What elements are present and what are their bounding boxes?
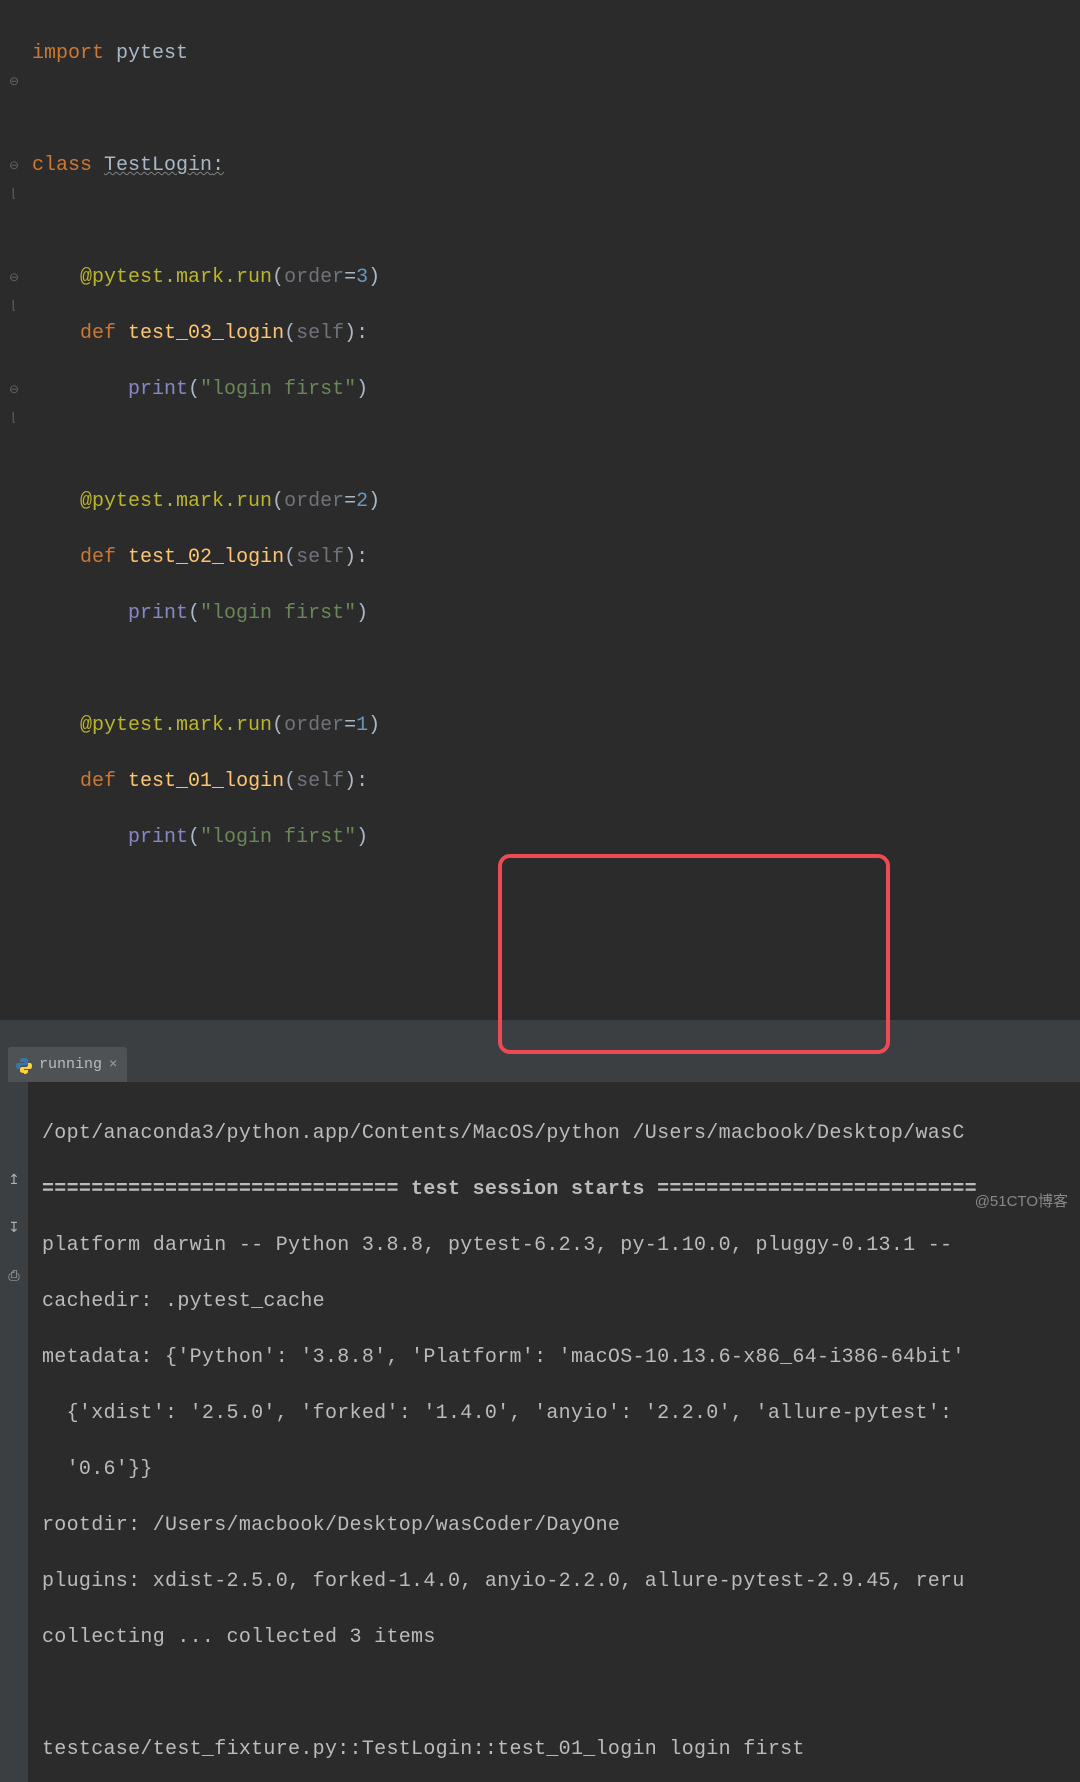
decorator: @pytest.mark.run [80,266,272,289]
console-line: '0.6'}} [42,1456,1080,1484]
tab-running[interactable]: running × [8,1047,127,1082]
run-console[interactable]: /opt/anaconda3/python.app/Contents/MacOS… [28,1082,1080,1782]
test-result-line: testcase/test_fixture.py::TestLogin::tes… [42,1736,1080,1764]
param: self [296,322,344,345]
string-literal: "login first" [200,602,356,625]
console-line: ============================= test sessi… [42,1176,1080,1204]
class-name: TestLogin [104,154,212,177]
console-line: cachedir: .pytest_cache [42,1288,1080,1316]
function-name: test_02_login [128,546,284,569]
string-literal: "login first" [200,378,356,401]
kwarg: order [284,266,344,289]
keyword: def [80,546,116,569]
keyword: def [80,770,116,793]
number-literal: 3 [356,266,368,289]
builtin-call: print [128,378,188,401]
keyword: def [80,322,116,345]
console-line: plugins: xdist-2.5.0, forked-1.4.0, anyi… [42,1568,1080,1596]
scroll-to-top-icon[interactable]: ↥ [5,1172,23,1190]
console-line: {'xdist': '2.5.0', 'forked': '1.4.0', 'a… [42,1400,1080,1428]
console-line: collecting ... collected 3 items [42,1624,1080,1652]
code-content[interactable]: import pytest class TestLogin: @pytest.m… [28,12,1080,1020]
console-line: rootdir: /Users/macbook/Desktop/wasCoder… [42,1512,1080,1540]
python-file-icon [16,1057,32,1073]
keyword: class [32,154,92,177]
panel-divider[interactable] [0,1020,1080,1050]
print-icon[interactable]: ⎙ [5,1268,23,1286]
run-tabbar: running × [0,1050,1080,1082]
fold-end-icon[interactable]: ⌊ [0,404,28,432]
builtin-call: print [128,826,188,849]
run-tool-gutter: ↥ ↧ ⎙ [0,1082,28,1782]
kwarg: order [284,714,344,737]
module-name: pytest [116,42,188,65]
function-name: test_01_login [128,770,284,793]
tab-label: running [39,1051,102,1079]
string-literal: "login first" [200,826,356,849]
kwarg: order [284,490,344,513]
fold-icon[interactable]: ⊖ [0,376,28,404]
console-line: metadata: {'Python': '3.8.8', 'Platform'… [42,1344,1080,1372]
number-literal: 2 [356,490,368,513]
code-editor[interactable]: ⊖ ⊖ ⌊ ⊖ ⌊ ⊖ ⌊ import pytest class TestLo… [0,0,1080,1020]
fold-end-icon[interactable]: ⌊ [0,292,28,320]
editor-gutter: ⊖ ⊖ ⌊ ⊖ ⌊ ⊖ ⌊ [0,12,28,1020]
fold-icon[interactable]: ⊖ [0,152,28,180]
decorator: @pytest.mark.run [80,490,272,513]
keyword: import [32,42,104,65]
param: self [296,770,344,793]
console-line: /opt/anaconda3/python.app/Contents/MacOS… [42,1120,1080,1148]
fold-icon[interactable]: ⊖ [0,264,28,292]
scroll-to-bottom-icon[interactable]: ↧ [5,1220,23,1238]
watermark: @51CTO博客 [975,1188,1068,1216]
decorator: @pytest.mark.run [80,714,272,737]
console-line: platform darwin -- Python 3.8.8, pytest-… [42,1232,1080,1260]
number-literal: 1 [356,714,368,737]
function-name: test_03_login [128,322,284,345]
builtin-call: print [128,602,188,625]
fold-end-icon[interactable]: ⌊ [0,180,28,208]
param: self [296,546,344,569]
fold-icon[interactable]: ⊖ [0,68,28,96]
close-icon[interactable]: × [109,1051,117,1079]
